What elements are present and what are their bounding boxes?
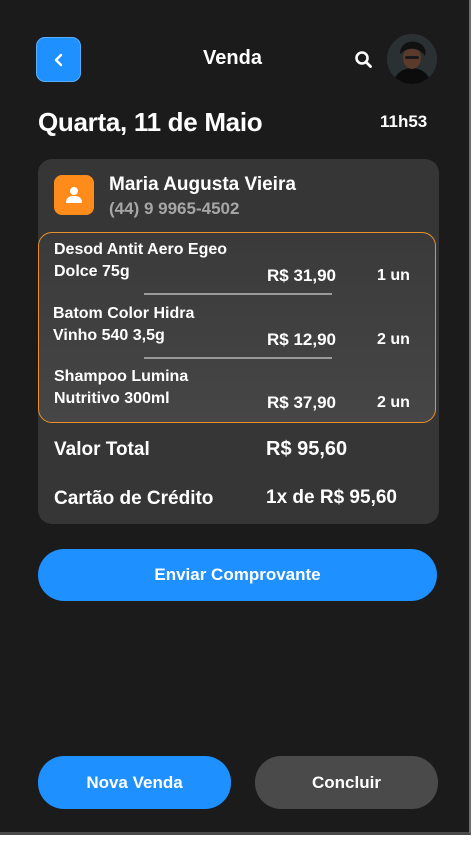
item-quantity: 1 un [377,267,410,284]
sale-screen: Venda Quarta, 11 de Maio 11h53 Maria Aug… [0,0,471,835]
item-quantity: 2 un [377,331,410,348]
item-quantity: 2 un [377,394,410,411]
item-name-line2: Nutritivo 300ml [54,390,170,407]
client-name: Maria Augusta Vieira [109,174,296,195]
item-name-line1: Desod Antit Aero Egeo [54,241,228,258]
item-name: Shampoo Lumina Nutritivo 300ml [54,366,188,410]
client-phone: (44) 9 9965-4502 [109,199,240,218]
avatar[interactable] [387,34,437,84]
sale-time: 11h53 [380,112,428,131]
item-price: R$ 37,90 [267,393,336,412]
payment-value: 1x de R$ 95,60 [266,487,397,508]
item-divider [144,357,332,359]
item-name: Desod Antit Aero Egeo Dolce 75g [54,239,227,283]
total-label: Valor Total [54,439,150,460]
client-avatar [54,175,94,215]
item-name-line2: Vinho 540 3,5g [53,327,165,344]
item-name-line1: Batom Color Hidra [53,305,195,322]
user-icon [66,187,82,203]
payment-method-label: Cartão de Crédito [54,488,214,509]
item-price: R$ 31,90 [267,266,336,285]
search-icon [355,51,372,68]
finish-button[interactable]: Concluir [255,756,438,809]
sale-summary-card: Maria Augusta Vieira (44) 9 9965-4502 De… [38,159,439,524]
item-divider [144,293,332,295]
user-photo-icon [387,34,437,84]
item-name: Batom Color Hidra Vinho 540 3,5g [53,303,194,347]
search-button[interactable] [352,48,376,72]
total-value: R$ 95,60 [266,438,348,460]
items-list: Desod Antit Aero Egeo Dolce 75g R$ 31,90… [38,232,436,423]
item-name-line2: Dolce 75g [54,263,130,280]
sale-date: Quarta, 11 de Maio [38,107,263,137]
new-sale-button[interactable]: Nova Venda [38,756,231,809]
send-receipt-button[interactable]: Enviar Comprovante [38,549,437,601]
item-price: R$ 12,90 [267,330,336,349]
item-name-line1: Shampoo Lumina [54,368,189,385]
